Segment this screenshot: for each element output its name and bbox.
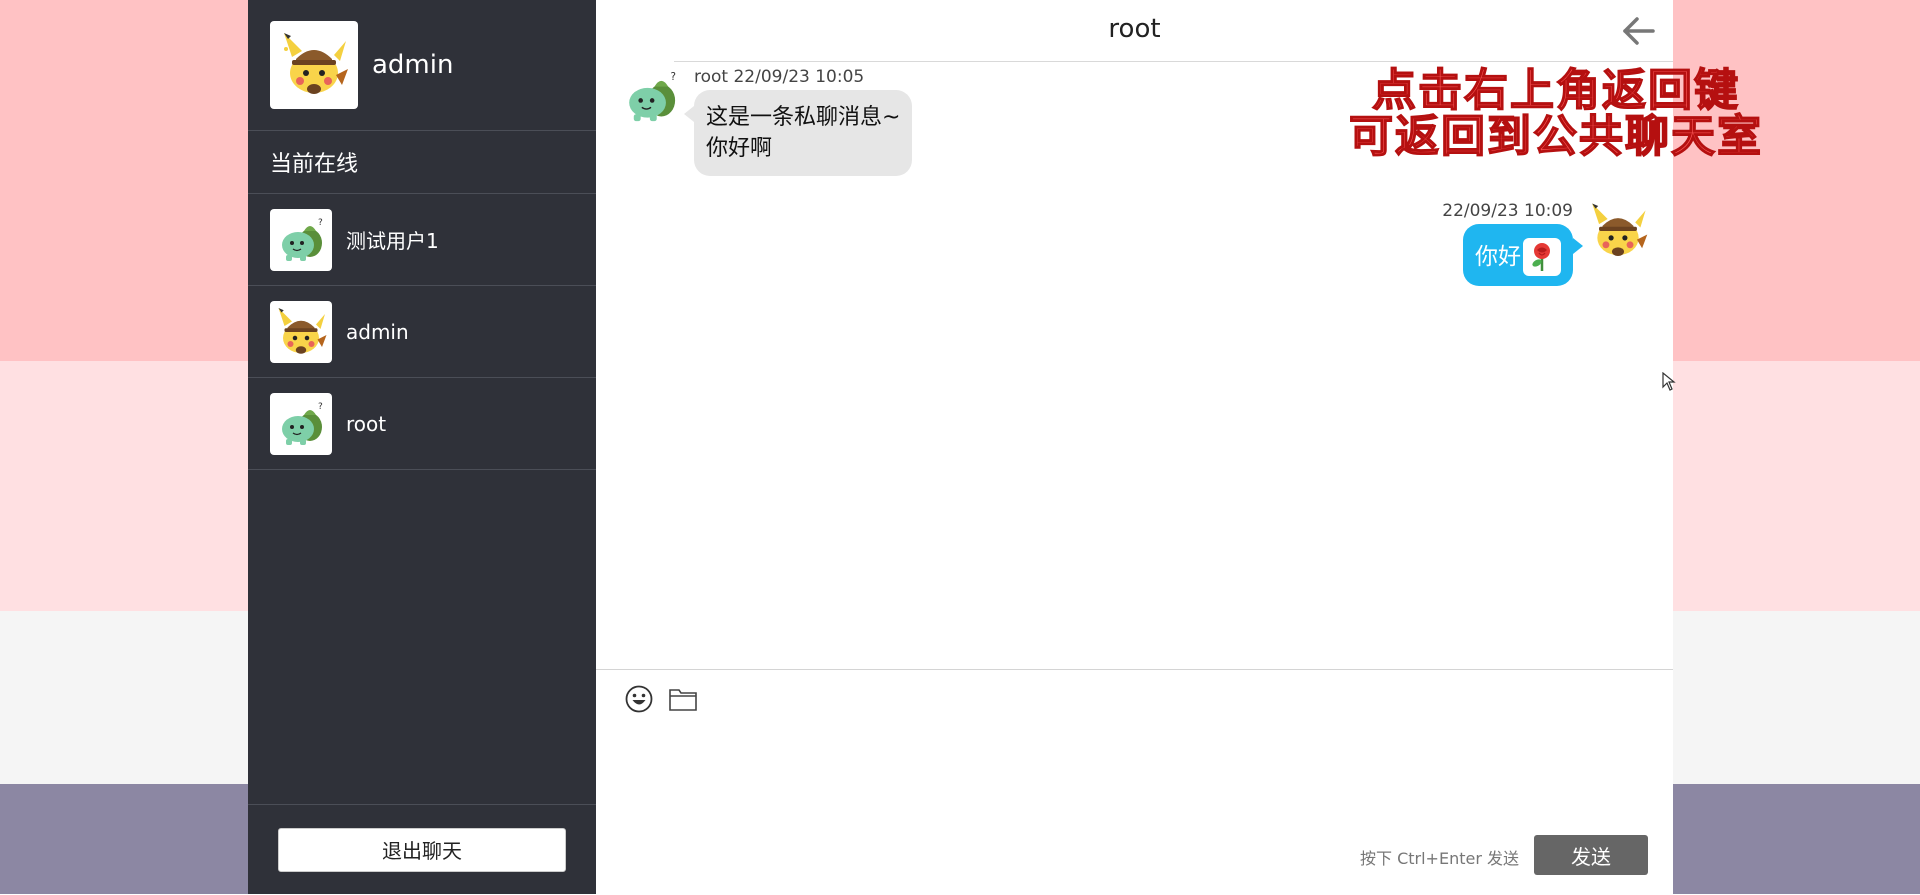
pikachu-icon (270, 21, 358, 109)
pikachu-icon (270, 300, 332, 363)
message-text: 你好啊 (706, 136, 773, 161)
svg-text:?: ? (671, 71, 676, 83)
message-meta: 22/09/23 10:09 (1442, 201, 1573, 221)
bulbasaur-icon: ? (270, 208, 332, 271)
message-text: 你好 (1475, 244, 1521, 270)
message-body: 22/09/23 10:09 你好 (1442, 200, 1583, 286)
message-item: 22/09/23 10:09 你好 (1442, 200, 1649, 286)
sidebar: admin 当前在线 ? 测试用户1 admin ? root 退出聊天 (248, 0, 596, 894)
composer-toolbar (596, 670, 1673, 714)
message-list: 点击右上角返回键 可返回到公共聊天室 ? root 22/09/23 10:05… (596, 62, 1762, 669)
online-user-item[interactable]: ? 测试用户1 (248, 194, 596, 286)
message-bubble: 这是一条私聊消息~ 你好啊 (683, 90, 913, 176)
rose-icon (1523, 238, 1561, 276)
bulbasaur-icon: ? (270, 392, 332, 455)
message-body: root 22/09/23 10:05 这是一条私聊消息~ 你好啊 (683, 66, 913, 176)
current-user-name: admin (372, 50, 454, 80)
chat-header: root (596, 0, 1673, 62)
annotation-line: 点击右上角返回键 (1371, 65, 1740, 116)
message-bubble: 你好 (1463, 224, 1583, 286)
folder-icon[interactable] (668, 684, 698, 714)
bulbasaur-icon: ? (620, 66, 682, 128)
smiley-icon[interactable] (624, 684, 654, 714)
sidebar-footer: 退出聊天 (248, 804, 596, 894)
logout-button[interactable]: 退出聊天 (278, 827, 566, 872)
chat-title: root (1108, 14, 1161, 44)
annotation-overlay: 点击右上角返回键 可返回到公共聊天室 (1321, 65, 1791, 162)
send-button[interactable]: 发送 (1534, 835, 1648, 875)
online-users-title: 当前在线 (248, 131, 596, 194)
message-meta: root 22/09/23 10:05 (694, 67, 865, 87)
online-user-item[interactable]: admin (248, 286, 596, 378)
mouse-cursor-icon (1662, 371, 1676, 392)
svg-text:?: ? (318, 402, 323, 412)
message-input[interactable] (624, 730, 1645, 834)
online-user-name: root (346, 411, 387, 436)
annotation-line: 可返回到公共聊天室 (1348, 111, 1763, 162)
message-item: ? root 22/09/23 10:05 这是一条私聊消息~ 你好啊 (620, 66, 913, 176)
current-user-panel: admin (248, 0, 596, 131)
pikachu-icon (1587, 200, 1649, 262)
svg-text:?: ? (318, 218, 323, 228)
message-composer: 按下 Ctrl+Enter 发送 发送 (596, 669, 1673, 895)
online-user-name: admin (346, 319, 409, 344)
send-hint: 按下 Ctrl+Enter 发送 (1360, 849, 1519, 868)
message-text: 这是一条私聊消息~ (706, 105, 901, 130)
chat-app: admin 当前在线 ? 测试用户1 admin ? root 退出聊天 roo… (248, 0, 1762, 895)
online-user-name: 测试用户1 (346, 229, 439, 253)
arrow-left-icon[interactable] (1619, 12, 1659, 50)
chat-panel: root 点击右上角返回键 可返回到公共聊天室 ? root 22/09/23 … (596, 0, 1762, 895)
online-user-item[interactable]: ? root (248, 378, 596, 470)
